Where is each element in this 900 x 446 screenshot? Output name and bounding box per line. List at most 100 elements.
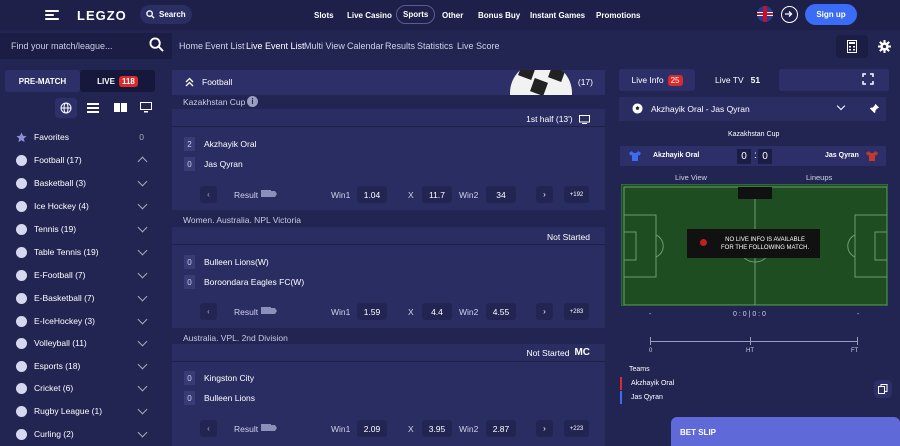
- globe-view-button[interactable]: [55, 98, 77, 118]
- chevron-down-icon[interactable]: [137, 381, 148, 392]
- markets-icon[interactable]: [261, 307, 277, 316]
- chevron-down-icon[interactable]: [137, 314, 148, 325]
- search-button[interactable]: Search: [140, 5, 192, 24]
- sidebar-item[interactable]: Tennis (19): [16, 220, 148, 238]
- odds-win2-button[interactable]: 2.87: [486, 420, 516, 437]
- nav-slots[interactable]: Slots: [314, 11, 334, 20]
- menu-icon[interactable]: [45, 10, 59, 20]
- tab-live-view[interactable]: Live View: [675, 173, 707, 182]
- chevron-down-icon[interactable]: [137, 268, 148, 279]
- tab-prematch[interactable]: PRE-MATCH: [5, 70, 80, 92]
- nav-bonus-buy[interactable]: Bonus Buy: [478, 11, 520, 20]
- match-card[interactable]: Not Started MC 0 Kingston City 0 Bulleen Li…: [172, 344, 605, 446]
- odds-draw-button[interactable]: 11.7: [422, 186, 452, 203]
- subnav-multi-view[interactable]: Multi View: [304, 41, 345, 51]
- chevron-down-icon[interactable]: [137, 291, 148, 302]
- sidebar-item[interactable]: E-IceHockey (3): [16, 312, 148, 330]
- tab-live-info[interactable]: Live Info 25: [619, 69, 695, 91]
- chevron-down-icon[interactable]: [137, 359, 148, 370]
- chevron-down-icon[interactable]: [137, 245, 148, 256]
- fullscreen-button[interactable]: [862, 73, 876, 87]
- chevron-up-icon[interactable]: [137, 156, 148, 167]
- subnav-event-list[interactable]: Event List: [205, 41, 245, 51]
- markets-icon[interactable]: [261, 424, 277, 433]
- subnav-statistics[interactable]: Statistics: [417, 41, 453, 51]
- match-card[interactable]: 1st half (13') 2 Akzhayik Oral 0 Jas Qyran…: [172, 109, 605, 210]
- nav-sports[interactable]: Sports: [396, 5, 436, 24]
- sidebar-item[interactable]: Football (17): [16, 151, 148, 169]
- more-markets-button[interactable]: +283: [564, 303, 589, 320]
- next-market-button[interactable]: ›: [536, 420, 553, 437]
- nav-other[interactable]: Other: [442, 11, 463, 20]
- tab-lineups[interactable]: Lineups: [806, 173, 832, 182]
- chevron-up-icon[interactable]: [185, 77, 194, 87]
- language-flag-icon[interactable]: [757, 6, 773, 22]
- sidebar-item[interactable]: Ice Hockey (4): [16, 197, 148, 215]
- chat-button[interactable]: [874, 380, 892, 398]
- pin-icon[interactable]: [869, 103, 880, 114]
- odds-draw-button[interactable]: 4.4: [422, 303, 452, 320]
- sidebar-item[interactable]: Rugby League (1): [16, 402, 148, 420]
- subnav-results[interactable]: Results: [385, 41, 415, 51]
- nav-instant-games[interactable]: Instant Games: [530, 11, 585, 20]
- chevron-down-icon[interactable]: [836, 101, 846, 111]
- subnav-live-score[interactable]: Live Score: [457, 41, 500, 51]
- calculator-button[interactable]: [836, 35, 868, 58]
- monitor-view-button[interactable]: [135, 98, 157, 118]
- markets-icon[interactable]: [261, 190, 277, 199]
- sidebar-item[interactable]: E-Football (7): [16, 266, 148, 284]
- odds-win1-button[interactable]: 2.09: [357, 420, 387, 437]
- tab-live[interactable]: LIVE 118: [80, 70, 155, 92]
- subnav-live-event-list[interactable]: Live Event List: [246, 41, 305, 51]
- odds-win2-button[interactable]: 4.55: [486, 303, 516, 320]
- football-header[interactable]: Football (17): [172, 70, 605, 95]
- match-search-input[interactable]: Find your match/league...: [0, 33, 172, 59]
- signup-button[interactable]: Sign up: [805, 4, 857, 25]
- prev-market-button[interactable]: ‹: [200, 186, 217, 203]
- prev-market-button[interactable]: ‹: [200, 420, 217, 437]
- odds-win1-button[interactable]: 1.59: [357, 303, 387, 320]
- search-icon[interactable]: [149, 37, 164, 52]
- odds-win2-button[interactable]: 34: [486, 186, 516, 203]
- nav-live-casino[interactable]: Live Casino: [347, 11, 392, 20]
- subnav-calendar[interactable]: Calendar: [347, 41, 384, 51]
- sidebar-item[interactable]: Basketball (3): [16, 174, 148, 192]
- sidebar-item[interactable]: Esports (18): [16, 357, 148, 375]
- next-market-button[interactable]: ›: [536, 186, 553, 203]
- chevron-down-icon[interactable]: [137, 427, 148, 438]
- nav-promotions[interactable]: Promotions: [596, 11, 640, 20]
- bet-slip-button[interactable]: BET SLIP: [671, 417, 900, 446]
- prev-market-button[interactable]: ‹: [200, 303, 217, 320]
- login-icon[interactable]: [781, 6, 798, 23]
- sidebar-item[interactable]: E-Basketball (7): [16, 289, 148, 307]
- chevron-down-icon[interactable]: [137, 222, 148, 233]
- logo[interactable]: LEGZO: [77, 8, 127, 23]
- more-markets-button[interactable]: +223: [564, 420, 589, 437]
- chevron-down-icon[interactable]: [137, 336, 148, 347]
- sidebar-item[interactable]: Favorites 0: [16, 128, 146, 146]
- stat-right: -: [857, 311, 860, 318]
- sidebar-item[interactable]: Volleyball (11): [16, 334, 148, 352]
- subnav-home[interactable]: Home: [179, 41, 203, 51]
- sidebar-item[interactable]: Curling (2): [16, 425, 148, 443]
- chevron-down-icon[interactable]: [137, 176, 148, 187]
- columns-view-button[interactable]: [109, 98, 131, 118]
- more-markets-button[interactable]: +192: [564, 186, 589, 203]
- match-selector[interactable]: Akzhayik Oral - Jas Qyran: [619, 97, 886, 121]
- tv-icon[interactable]: [579, 115, 590, 125]
- league-name[interactable]: Australia. VPL. 2nd Division: [183, 333, 288, 343]
- match-card[interactable]: Not Started 0 Bulleen Lions(W) 0 Boroondar…: [172, 227, 605, 328]
- tab-live-tv[interactable]: Live TV 51: [715, 69, 760, 91]
- odds-win1-button[interactable]: 1.04: [357, 186, 387, 203]
- list-view-button[interactable]: [82, 98, 104, 118]
- odds-draw-button[interactable]: 3.95: [422, 420, 452, 437]
- sidebar-item[interactable]: Cricket (6): [16, 379, 148, 397]
- league-name[interactable]: Women. Australia. NPL Victoria: [183, 215, 301, 225]
- chevron-down-icon[interactable]: [137, 404, 148, 415]
- chevron-down-icon[interactable]: [137, 199, 148, 210]
- info-icon[interactable]: i: [247, 96, 258, 107]
- sidebar-item[interactable]: Table Tennis (19): [16, 243, 148, 261]
- league-name[interactable]: Kazakhstan Cup: [183, 97, 245, 107]
- next-market-button[interactable]: ›: [536, 303, 553, 320]
- settings-button[interactable]: [872, 35, 897, 58]
